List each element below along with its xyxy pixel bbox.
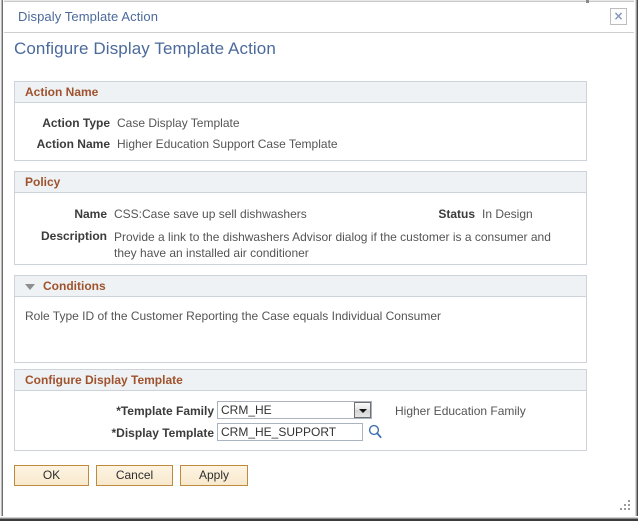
conditions-panel-body: Role Type ID of the Customer Reporting t… [15, 297, 586, 362]
template-family-dropdown[interactable] [217, 401, 372, 420]
template-family-label: *Template Family [116, 404, 214, 418]
policy-status-value: In Design [482, 207, 533, 221]
display-template-label: *Display Template [111, 426, 214, 440]
window-bottom-edge [0, 516, 638, 521]
window-left-edge [0, 0, 4, 521]
policy-description-value: Provide a link to the dishwashers Adviso… [114, 230, 551, 260]
action-name-header-label: Action Name [25, 85, 99, 99]
cancel-button[interactable]: Cancel [96, 465, 173, 486]
configure-panel-body: *Template Family Higher Education Family… [15, 391, 586, 450]
policy-panel-header: Policy [15, 172, 586, 193]
policy-panel: Policy Name CSS:Case save up sell dishwa… [14, 171, 587, 265]
conditions-panel-header[interactable]: Conditions [15, 276, 586, 297]
policy-header-label: Policy [25, 175, 61, 189]
template-family-description: Higher Education Family [395, 404, 526, 418]
dialog-window: Dispaly Template Action × Configure Disp… [0, 0, 638, 521]
ok-button[interactable]: OK [14, 465, 89, 486]
configure-panel-header: Configure Display Template [15, 370, 586, 391]
conditions-text: Role Type ID of the Customer Reporting t… [25, 309, 441, 323]
conditions-panel: Conditions Role Type ID of the Customer … [14, 275, 587, 363]
action-type-value: Case Display Template [117, 116, 240, 130]
window-right-edge [634, 0, 638, 521]
policy-status-label: Status [438, 207, 475, 221]
action-name-panel-header: Action Name [15, 82, 586, 103]
search-icon[interactable] [368, 424, 382, 439]
titlebar: Dispaly Template Action × [4, 3, 634, 33]
close-icon[interactable]: × [610, 8, 627, 25]
action-type-label: Action Type [42, 116, 110, 130]
dropdown-arrow-glyph [359, 409, 367, 413]
template-family-select-value[interactable] [217, 401, 372, 419]
resize-grip[interactable] [619, 500, 632, 513]
chevron-down-icon[interactable] [25, 284, 35, 290]
page-title: Configure Display Template Action [14, 39, 276, 58]
apply-button[interactable]: Apply [180, 465, 248, 486]
action-name-value: Higher Education Support Case Template [117, 137, 338, 151]
window-title: Dispaly Template Action [18, 9, 159, 24]
policy-description-label: Description [40, 229, 107, 243]
action-name-panel-body: Action Type Case Display Template Action… [15, 103, 586, 160]
configure-header-label: Configure Display Template [25, 373, 183, 387]
chevron-down-icon[interactable] [354, 402, 371, 418]
action-name-label: Action Name [36, 137, 110, 151]
policy-panel-body: Name CSS:Case save up sell dishwashers S… [15, 193, 586, 264]
conditions-header-label: Conditions [43, 279, 106, 293]
action-name-panel: Action Name Action Type Case Display Tem… [14, 81, 587, 161]
display-template-input[interactable] [217, 423, 363, 441]
configure-display-template-panel: Configure Display Template *Template Fam… [14, 369, 587, 451]
policy-name-value: CSS:Case save up sell dishwashers [114, 207, 307, 221]
dialog-button-bar: OK Cancel Apply [14, 465, 274, 487]
policy-name-label: Name [74, 207, 107, 221]
